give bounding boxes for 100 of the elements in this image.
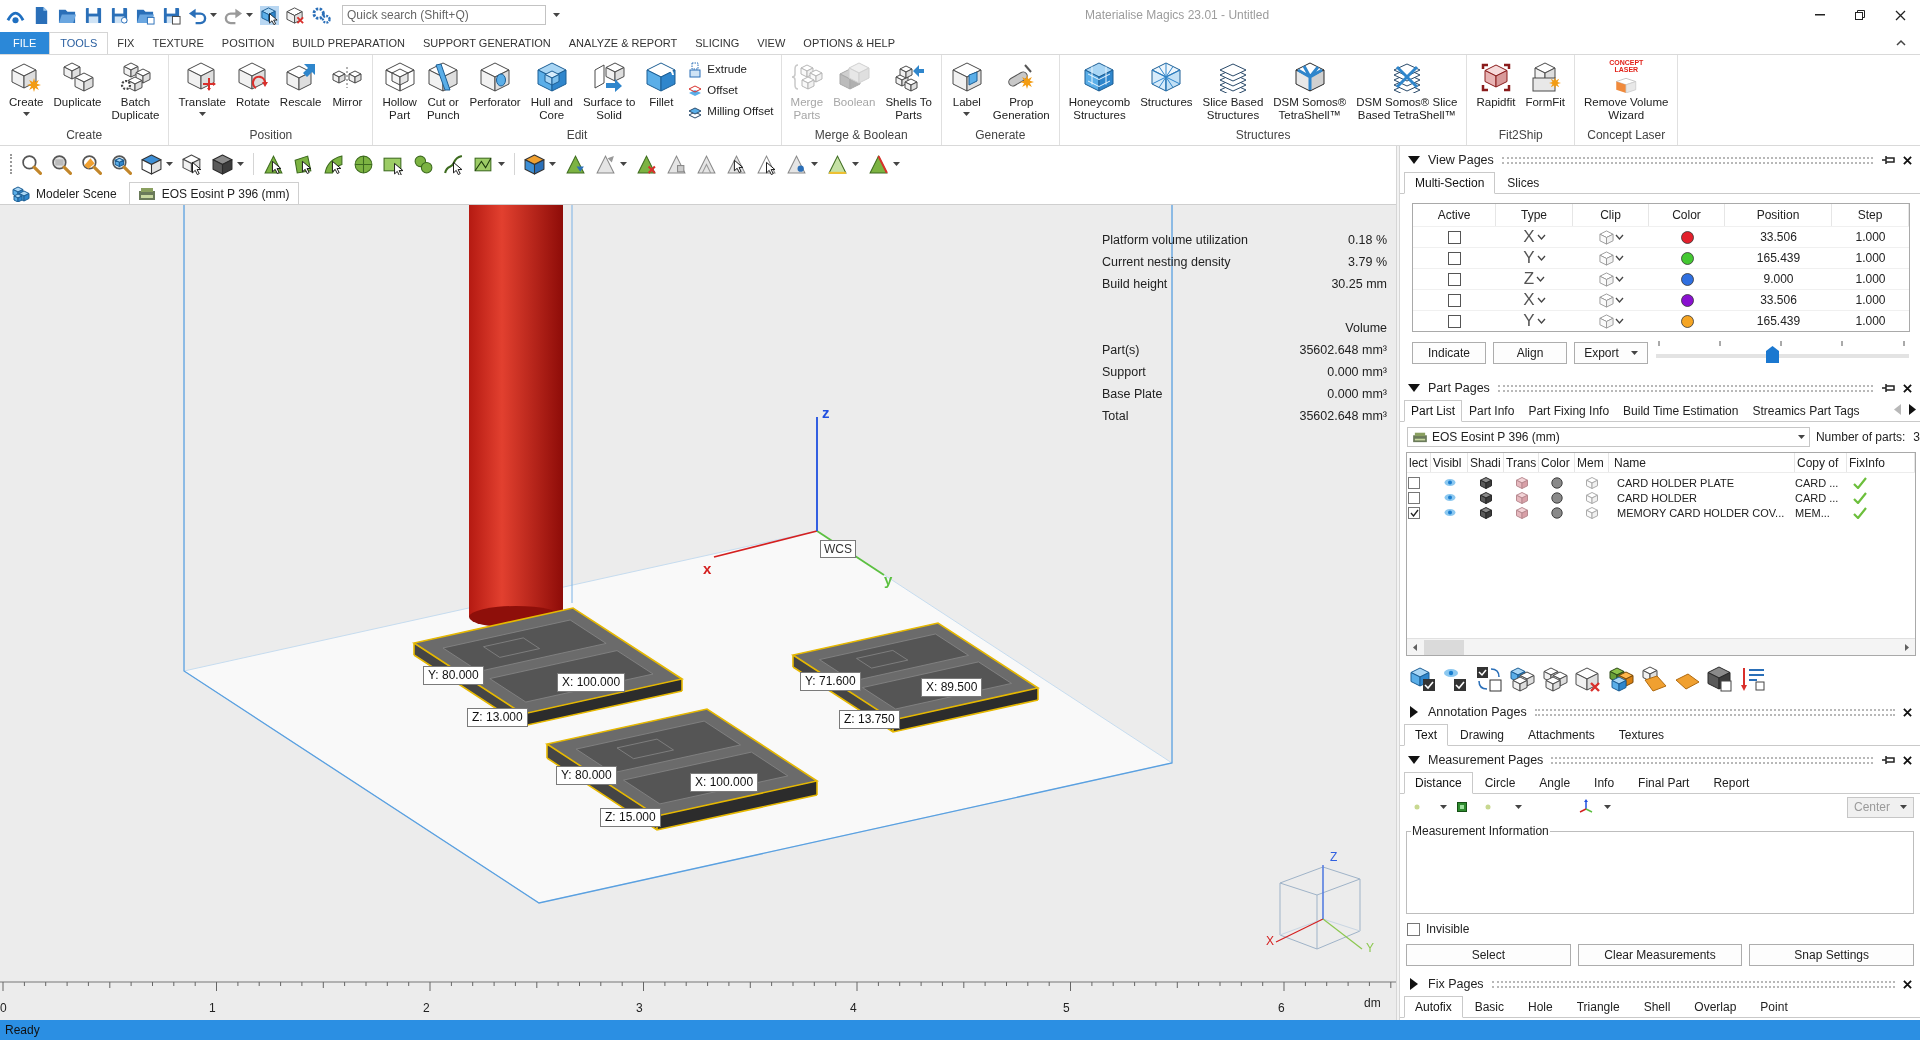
checkbox-swap-icon[interactable] bbox=[1476, 666, 1502, 692]
checkbox[interactable] bbox=[1408, 476, 1420, 489]
ribbon-tab[interactable]: OPTIONS & HELP bbox=[794, 32, 905, 54]
color-dot[interactable] bbox=[1680, 230, 1694, 244]
document-tab[interactable]: EOS Eosint P 396 (mm) bbox=[128, 182, 299, 204]
square-icon[interactable] bbox=[1457, 802, 1467, 812]
cubes-icon[interactable] bbox=[1509, 666, 1535, 692]
translucent-cube-icon[interactable] bbox=[1515, 491, 1528, 504]
triangle-cursor-icon[interactable] bbox=[726, 153, 747, 175]
pin-icon[interactable] bbox=[1881, 383, 1895, 393]
ribbon-button[interactable]: Rotate bbox=[231, 59, 274, 109]
pin-icon[interactable] bbox=[1881, 155, 1895, 165]
caret-icon[interactable] bbox=[237, 162, 244, 166]
tab[interactable]: Textures bbox=[1606, 724, 1677, 745]
ribbon-button[interactable]: Fillet bbox=[641, 59, 682, 109]
close-icon[interactable] bbox=[1903, 383, 1912, 393]
shaded-cube-icon[interactable] bbox=[1480, 506, 1492, 519]
action-button[interactable]: Export bbox=[1574, 341, 1648, 364]
triangle-icon[interactable] bbox=[827, 153, 848, 175]
caret-icon[interactable] bbox=[963, 112, 971, 116]
ribbon-tab[interactable]: ANALYZE & REPORT bbox=[559, 32, 687, 54]
ribbon-button[interactable]: Slice Based Structures bbox=[1198, 59, 1268, 122]
gears-icon[interactable] bbox=[312, 5, 331, 25]
type-dropdown[interactable]: X bbox=[1523, 291, 1546, 309]
color-dot[interactable] bbox=[1680, 272, 1694, 286]
triangle-delete-icon[interactable] bbox=[636, 153, 657, 175]
tab[interactable]: Build Time Estimation bbox=[1616, 400, 1746, 421]
dot-icon[interactable] bbox=[1485, 804, 1491, 810]
tab[interactable]: Autofix bbox=[1404, 996, 1463, 1018]
ribbon-button[interactable]: Milling Offset bbox=[685, 101, 776, 122]
cube-delete-icon[interactable] bbox=[286, 5, 305, 25]
colored-cubes-icon[interactable] bbox=[1608, 666, 1634, 692]
floppy-icon[interactable] bbox=[162, 5, 181, 25]
machine-dropdown[interactable]: EOS Eosint P 396 (mm) bbox=[1407, 426, 1810, 447]
caret-icon[interactable] bbox=[811, 162, 818, 166]
triangles-icon[interactable] bbox=[696, 153, 717, 175]
ribbon-button[interactable]: Create bbox=[5, 59, 48, 116]
tab[interactable]: Circle bbox=[1472, 772, 1528, 793]
checkbox[interactable] bbox=[1448, 293, 1461, 307]
ribbon-button[interactable]: Mirror bbox=[327, 59, 368, 109]
ribbon-tab[interactable]: FIX bbox=[108, 32, 144, 54]
tab[interactable]: Shell bbox=[1631, 996, 1683, 1017]
curve-cursor-icon[interactable] bbox=[443, 153, 464, 175]
tab[interactable]: Part Fixing Info bbox=[1521, 400, 1617, 421]
ribbon-button[interactable]: Hollow Part bbox=[378, 59, 421, 122]
ribbon-button[interactable]: Rapidfit bbox=[1472, 59, 1520, 109]
surface-cursor-icon[interactable] bbox=[323, 153, 344, 175]
tab[interactable]: Drawing bbox=[1448, 724, 1517, 745]
ribbon-tab[interactable]: SUPPORT GENERATION bbox=[414, 32, 560, 54]
ribbon-button[interactable]: Rescale bbox=[275, 59, 326, 109]
ribbon-button[interactable]: Duplicate bbox=[49, 59, 106, 109]
cube-icon[interactable] bbox=[524, 153, 545, 175]
tab[interactable]: Info bbox=[1582, 772, 1627, 793]
ribbon-tab[interactable]: BUILD PREPARATION bbox=[283, 32, 415, 54]
tab[interactable]: Distance bbox=[1404, 772, 1473, 794]
search-field[interactable]: Quick search (Shift+Q) bbox=[342, 5, 546, 25]
checkbox[interactable] bbox=[1448, 272, 1461, 286]
close-icon[interactable] bbox=[1903, 707, 1912, 717]
caret-down-icon[interactable] bbox=[1408, 156, 1420, 164]
tab[interactable]: Point bbox=[1748, 996, 1800, 1017]
color-swatch-icon[interactable] bbox=[1551, 476, 1563, 489]
action-button[interactable]: Indicate bbox=[1412, 341, 1486, 364]
caret-icon[interactable] bbox=[1515, 805, 1522, 809]
cube-save-icon[interactable] bbox=[1707, 666, 1733, 692]
caret-icon[interactable] bbox=[498, 162, 505, 166]
tab[interactable]: Slices bbox=[1495, 172, 1552, 193]
dot-icon[interactable] bbox=[1414, 804, 1420, 810]
checkbox[interactable] bbox=[1448, 251, 1461, 265]
ribbon-button[interactable]: Surface to Solid bbox=[578, 59, 640, 122]
cube-icon[interactable] bbox=[141, 153, 162, 175]
color-dot[interactable] bbox=[1680, 314, 1694, 328]
ribbon-tab[interactable]: SLICING bbox=[686, 32, 749, 54]
pin-icon[interactable] bbox=[1881, 755, 1895, 765]
quad-cursor-icon[interactable] bbox=[293, 153, 314, 175]
cube-icon[interactable] bbox=[212, 153, 233, 175]
translucent-cube-icon[interactable] bbox=[1515, 506, 1528, 519]
shaded-cube-icon[interactable] bbox=[1480, 491, 1492, 504]
cube-plate-icon[interactable] bbox=[1641, 666, 1667, 692]
clip-dropdown[interactable] bbox=[1598, 313, 1624, 329]
panel-grip[interactable] bbox=[1534, 708, 1895, 716]
tab[interactable]: Overlap bbox=[1682, 996, 1749, 1017]
ribbon-tab[interactable]: POSITION bbox=[212, 32, 284, 54]
tab[interactable]: Final Part bbox=[1626, 772, 1702, 793]
tab[interactable]: Part Info bbox=[1462, 400, 1522, 421]
type-dropdown[interactable]: Y bbox=[1523, 249, 1546, 267]
panel-grip[interactable] bbox=[1501, 156, 1873, 164]
translucent-cube-icon[interactable] bbox=[1515, 476, 1528, 489]
caret-icon[interactable] bbox=[553, 13, 560, 17]
ribbon-button[interactable]: Hull and Core bbox=[526, 59, 577, 122]
document-tab[interactable]: Modeler Scene bbox=[6, 183, 123, 204]
ribbon-button[interactable]: Cut or Punch bbox=[422, 59, 464, 122]
ribbon-tab[interactable]: TEXTURE bbox=[143, 32, 213, 54]
color-swatch-icon[interactable] bbox=[1551, 506, 1563, 519]
ribbon-button[interactable]: FormFit bbox=[1521, 59, 1570, 109]
clip-dropdown[interactable] bbox=[1598, 292, 1624, 308]
clip-dropdown[interactable] bbox=[1598, 271, 1624, 287]
panel-grip[interactable] bbox=[1551, 756, 1873, 764]
type-dropdown[interactable]: X bbox=[1523, 228, 1546, 246]
checkbox[interactable] bbox=[1448, 230, 1461, 244]
clip-dropdown[interactable] bbox=[1598, 250, 1624, 266]
